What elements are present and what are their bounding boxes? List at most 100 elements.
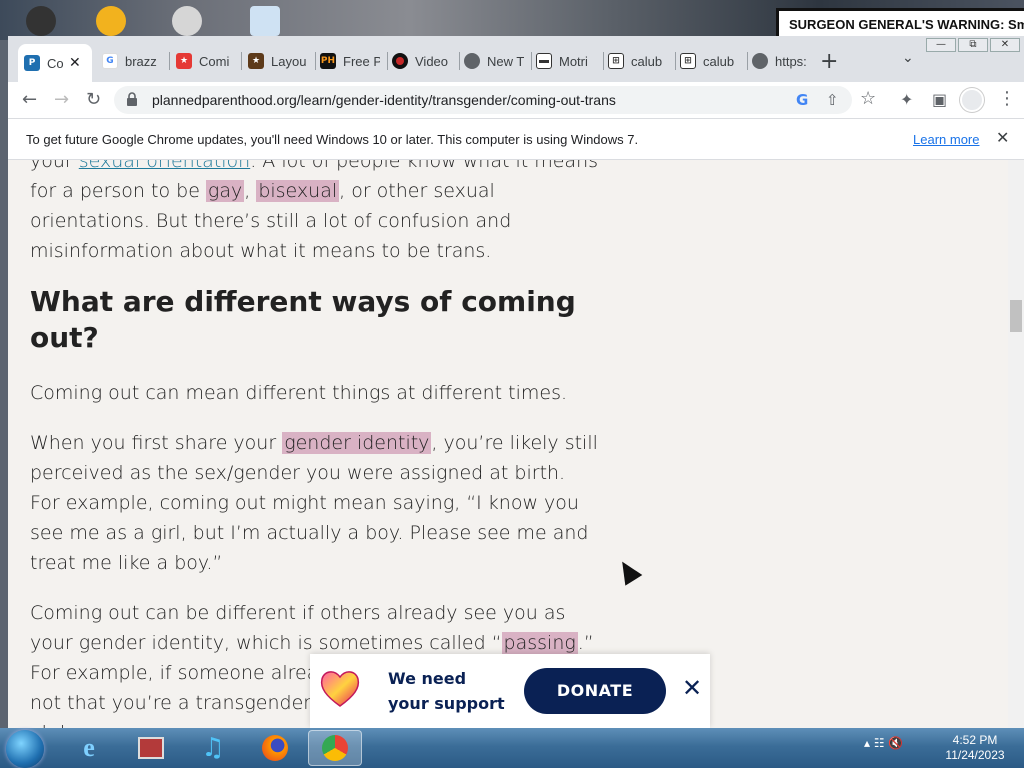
page-scrollbar[interactable]	[1008, 160, 1024, 728]
side-panel-icon[interactable]: ▣	[932, 90, 947, 109]
tab-label: Co	[47, 55, 63, 71]
support-line: your support	[388, 694, 505, 713]
tab-active[interactable]: P Co ✕	[18, 44, 92, 82]
media-center-icon[interactable]	[124, 730, 178, 766]
start-button[interactable]	[6, 730, 44, 768]
tab[interactable]: ★ Layou	[242, 46, 314, 76]
new-tab-button[interactable]: +	[820, 49, 838, 74]
window-controls: — ⧉ ✕	[926, 38, 1020, 52]
tab-search-button[interactable]: ⌄	[902, 50, 914, 66]
share-icon[interactable]: ⇧	[826, 91, 839, 109]
video-icon	[392, 53, 408, 69]
google-lens-icon[interactable]: G	[796, 91, 808, 109]
bookmark-star-icon[interactable]: ☆	[860, 88, 876, 109]
article-line: When you first share your gender identit…	[30, 428, 598, 458]
glossary-term-bisexual[interactable]: bisexual	[256, 180, 340, 202]
firefox-icon[interactable]	[248, 730, 302, 766]
text: ,	[244, 180, 257, 202]
ph-icon: PH	[320, 53, 336, 69]
tab[interactable]: ★ Comi	[170, 46, 240, 76]
heading-line: out?	[30, 321, 99, 354]
tab[interactable]: New T	[458, 46, 530, 76]
clock-date: 11/24/2023	[945, 748, 1005, 762]
desktop-icon-gta[interactable]	[96, 6, 126, 36]
lock-icon[interactable]	[126, 92, 138, 106]
minimize-button[interactable]: —	[926, 38, 956, 52]
tab-label: Motri	[559, 53, 588, 69]
menu-icon[interactable]: ⋮	[998, 88, 1016, 109]
building-icon: ⊞	[680, 53, 696, 69]
article-line: misinformation about what it means to be…	[30, 240, 492, 262]
extensions-icon[interactable]: ✦	[900, 90, 913, 109]
tab[interactable]: G brazz	[96, 46, 168, 76]
glossary-term-passing[interactable]: passing	[501, 632, 578, 654]
text: , you’re likely still	[431, 432, 598, 454]
tab[interactable]: ⊞ calub	[674, 46, 746, 76]
google-icon: G	[102, 53, 118, 69]
article-line: Coming out can be different if others al…	[30, 602, 566, 624]
tab-label: calub	[703, 53, 735, 69]
page-icon	[536, 53, 552, 69]
heading-line: What are different ways of coming	[30, 285, 576, 318]
url-text[interactable]: plannedparenthood.org/learn/gender-ident…	[152, 92, 616, 108]
article-line: For example, if someone alread	[30, 662, 331, 684]
tab[interactable]: ⊞ calub	[602, 46, 674, 76]
address-bar[interactable]: plannedparenthood.org/learn/gender-ident…	[114, 86, 852, 114]
tab[interactable]: https:	[746, 46, 818, 76]
text: . A lot of people know what it means	[250, 160, 599, 172]
building-icon: ⊞	[608, 53, 624, 69]
donate-button[interactable]: DONATE	[524, 668, 666, 714]
sexual-orientation-link[interactable]: sexual orientation	[79, 160, 250, 172]
chrome-taskbar-icon[interactable]	[308, 730, 362, 766]
scroll-thumb[interactable]	[1010, 300, 1022, 332]
tab-close-icon[interactable]: ✕	[69, 55, 81, 71]
itunes-icon[interactable]: ♫	[186, 730, 240, 766]
close-window-button[interactable]: ✕	[990, 38, 1020, 52]
profile-avatar[interactable]	[960, 88, 984, 112]
back-button[interactable]: ←	[22, 89, 37, 110]
maximize-button[interactable]: ⧉	[958, 38, 988, 52]
heart-icon	[320, 671, 360, 707]
clock[interactable]: 4:52 PM 11/24/2023	[940, 733, 1010, 763]
text: your gender identity, which is sometimes…	[30, 632, 502, 654]
infobar-message: To get future Google Chrome updates, you…	[26, 132, 639, 147]
tab[interactable]: Motri	[530, 46, 602, 76]
taskbar: e ♫ ▴ ☷ 🔇 4:52 PM 11/24/2023	[0, 728, 1024, 768]
desktop-icon-avatar[interactable]	[26, 6, 56, 36]
desktop-icon-settings[interactable]	[172, 6, 202, 36]
tab-label: Free P	[343, 53, 380, 69]
glossary-term-gay[interactable]: gay	[205, 180, 245, 202]
infobar-close-icon[interactable]: ✕	[996, 128, 1009, 147]
tab-label: Layou	[271, 53, 307, 69]
forward-button[interactable]: →	[54, 89, 69, 110]
support-line: We need	[388, 669, 467, 688]
text: .”	[577, 632, 594, 654]
tab[interactable]: PH Free P	[314, 46, 386, 76]
globe-icon	[752, 53, 768, 69]
reload-button[interactable]: ↻	[86, 89, 101, 110]
ie-icon[interactable]: e	[62, 730, 116, 766]
text: your	[30, 160, 79, 172]
glossary-term-gender-identity[interactable]: gender identity	[282, 432, 432, 454]
tab-label: New T	[487, 53, 524, 69]
article-line: for a person to be gay, bisexual, or oth…	[30, 176, 495, 206]
page-content: your sexual orientation. A lot of people…	[8, 160, 1024, 728]
learn-more-link[interactable]: Learn more	[913, 132, 979, 147]
chrome-icon	[464, 53, 480, 69]
donate-banner: We need your support DONATE ✕	[310, 654, 710, 728]
tab[interactable]: Video	[386, 46, 458, 76]
toolbar: ← → ↻ plannedparenthood.org/learn/gender…	[8, 82, 1024, 118]
article-line: orientations. But there’s still a lot of…	[30, 210, 512, 232]
donate-close-icon[interactable]: ✕	[682, 674, 702, 702]
system-tray-icons[interactable]: ▴ ☷ 🔇	[864, 736, 903, 750]
tab-label: Comi	[199, 53, 230, 69]
mouse-cursor-icon	[613, 556, 643, 586]
tab-label: https:	[775, 53, 807, 69]
support-message: We need your support	[388, 666, 505, 716]
desktop-icon-computer[interactable]	[250, 6, 280, 36]
text: When you first share your	[30, 432, 283, 454]
plannedparenthood-icon: P	[24, 55, 40, 71]
update-infobar: To get future Google Chrome updates, you…	[8, 118, 1024, 160]
section-heading: What are different ways of coming out?	[30, 284, 576, 356]
red-star-icon: ★	[176, 53, 192, 69]
